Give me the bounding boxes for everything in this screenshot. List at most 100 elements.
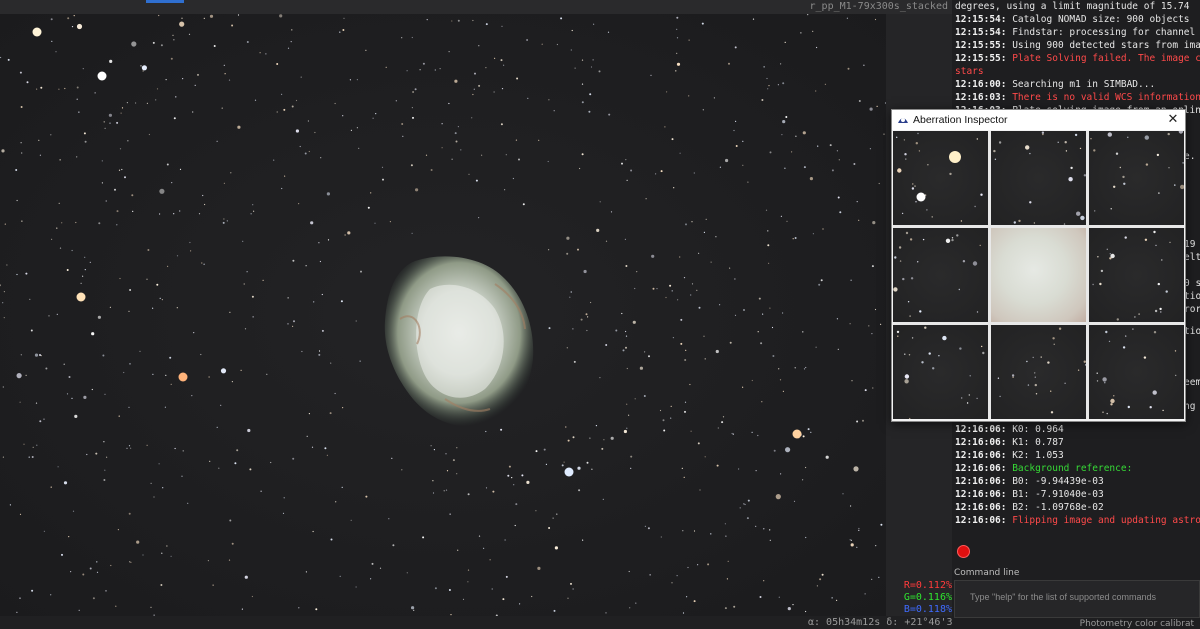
star: [19, 401, 21, 403]
star: [904, 374, 910, 379]
star: [244, 575, 248, 579]
star: [9, 504, 11, 506]
star: [786, 220, 788, 222]
star: [223, 64, 225, 66]
star: [518, 158, 520, 161]
star: [802, 479, 804, 481]
log-message: degrees, using a limit magnitude of 15.7…: [955, 1, 1190, 12]
star: [715, 349, 719, 354]
star: [1074, 133, 1078, 137]
astro-image[interactable]: [0, 14, 886, 616]
panel-bottom-left: [893, 325, 988, 419]
star: [63, 481, 68, 485]
star: [3, 291, 5, 293]
star: [704, 358, 706, 360]
panel-bottom-right: [1089, 325, 1184, 419]
star: [312, 530, 314, 533]
image-viewport[interactable]: r_pp_M1-79x300s_stacked R=0.112% G=0.116…: [0, 0, 952, 629]
star: [911, 337, 914, 339]
inspector-title-bar[interactable]: Aberration Inspector ✕: [892, 110, 1185, 130]
aberration-inspector-window[interactable]: Aberration Inspector ✕: [891, 109, 1186, 422]
star: [660, 536, 662, 538]
star: [904, 353, 906, 355]
star: [370, 192, 372, 194]
star: [123, 371, 125, 374]
star: [326, 192, 330, 196]
star: [698, 252, 700, 254]
star: [1093, 149, 1096, 152]
star: [577, 248, 579, 251]
star: [858, 100, 861, 102]
star: [58, 88, 60, 90]
star: [982, 351, 985, 355]
log-fragment: elt: [1184, 252, 1200, 263]
star: [735, 145, 738, 147]
star: [537, 566, 541, 571]
star: [896, 330, 900, 334]
star: [921, 361, 924, 364]
command-input[interactable]: [968, 588, 1192, 606]
star: [630, 467, 632, 469]
star: [212, 584, 214, 586]
star: [75, 221, 77, 224]
star: [719, 304, 721, 306]
star: [19, 597, 21, 599]
star: [97, 315, 101, 319]
star: [483, 547, 485, 549]
log-line: 12:16:06: B2: -1.09768e-02: [955, 501, 1104, 514]
star: [43, 530, 46, 532]
star: [917, 261, 919, 263]
star: [170, 555, 172, 557]
star: [3, 317, 5, 319]
star: [904, 379, 909, 384]
log-message: Using 900 detected stars from image.: [1012, 40, 1200, 51]
star: [744, 503, 746, 506]
star: [710, 261, 712, 263]
star: [1161, 259, 1163, 261]
star: [669, 284, 672, 287]
star: [778, 596, 780, 598]
star: [503, 64, 505, 66]
star: [757, 434, 759, 437]
star: [341, 486, 343, 488]
star: [330, 362, 332, 364]
log-timestamp: 12:16:03:: [955, 92, 1013, 103]
star: [150, 482, 152, 484]
star: [634, 287, 636, 290]
star: [116, 224, 118, 226]
star: [148, 133, 150, 136]
pixel-value-readout: R=0.112% G=0.116% B=0.118%: [898, 580, 952, 616]
green-pixel-value: G=0.116%: [903, 592, 952, 603]
star: [224, 73, 226, 75]
star: [717, 427, 719, 429]
star: [1068, 177, 1073, 182]
star: [173, 213, 175, 215]
star: [374, 222, 376, 224]
star: [51, 40, 53, 42]
star: [625, 335, 628, 337]
star: [573, 360, 576, 363]
star: [20, 106, 23, 108]
star: [516, 77, 519, 80]
star: [129, 363, 131, 365]
star: [772, 355, 775, 357]
star: [766, 77, 768, 80]
star: [481, 154, 483, 156]
star: [160, 584, 163, 586]
star: [413, 609, 415, 611]
star: [1165, 290, 1168, 293]
log-timestamp: 12:15:54:: [955, 27, 1013, 38]
star: [223, 182, 225, 184]
close-icon[interactable]: ✕: [1164, 111, 1182, 129]
star: [1042, 133, 1044, 136]
star: [581, 101, 584, 104]
panel-starfield: [1096, 328, 1177, 415]
star: [110, 564, 112, 567]
stop-button[interactable]: [957, 545, 970, 558]
star: [660, 170, 663, 173]
star: [1108, 340, 1111, 343]
star: [1033, 222, 1036, 224]
star: [327, 239, 330, 241]
star: [893, 287, 898, 292]
star: [683, 277, 686, 279]
